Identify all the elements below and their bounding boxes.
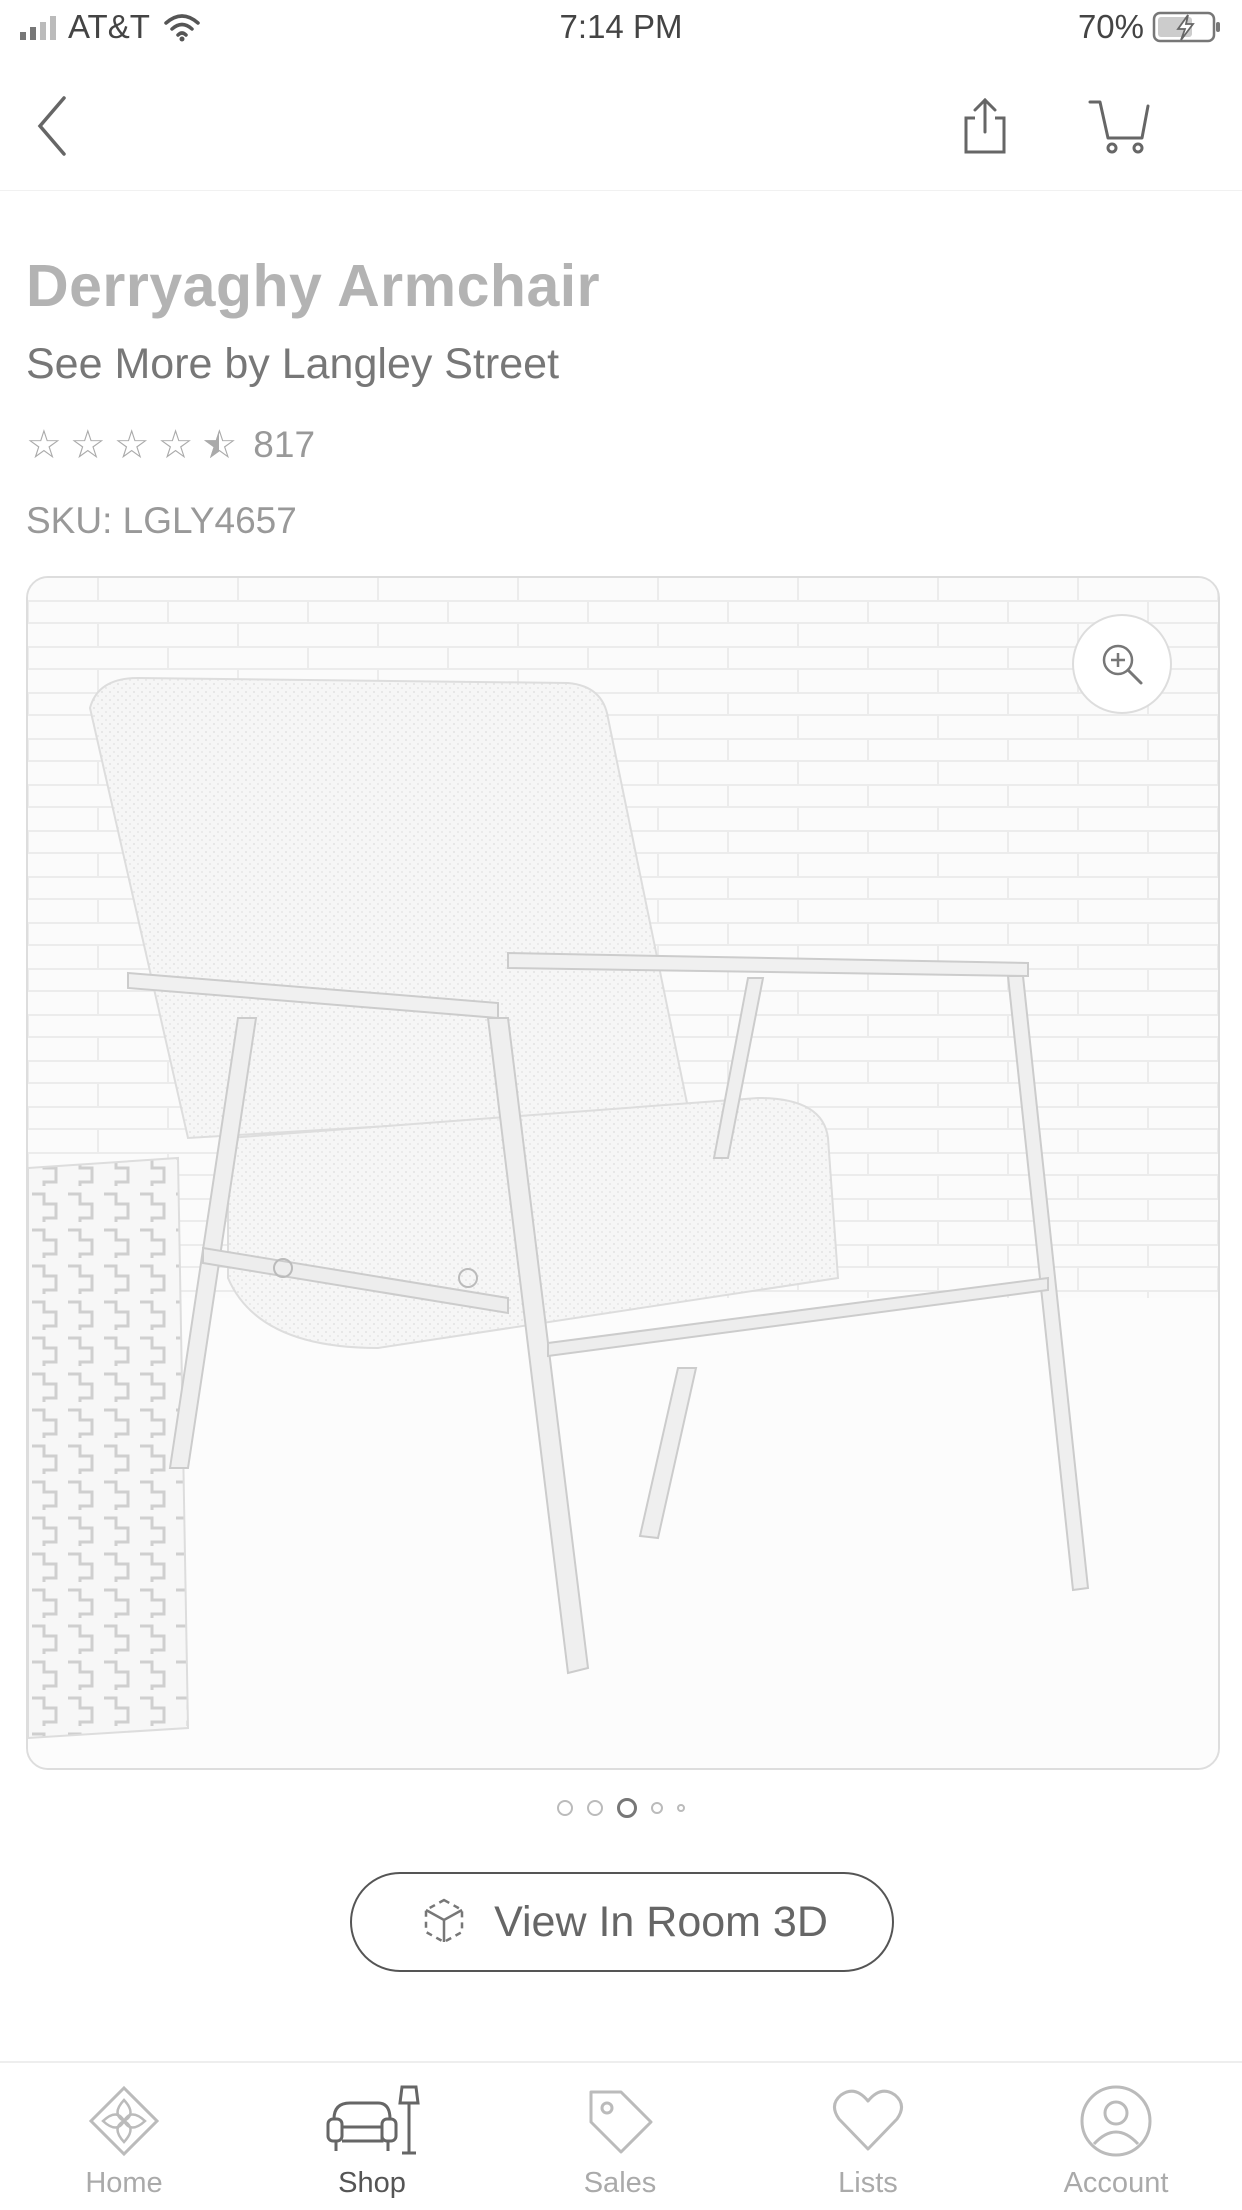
battery-percent: 70% — [1077, 8, 1144, 45]
brand-link[interactable]: See More by Langley Street — [26, 340, 559, 389]
view-in-room-3d-label: View In Room 3D — [494, 1897, 828, 1946]
star-icon: ☆ — [113, 423, 150, 467]
carousel-dot[interactable] — [587, 1800, 603, 1816]
cart-button[interactable] — [1085, 94, 1155, 158]
tab-shop-label: Shop — [338, 2167, 406, 2199]
tab-sales[interactable]: Sales — [496, 2063, 744, 2210]
chevron-left-icon — [37, 96, 66, 156]
tab-home-label: Home — [85, 2167, 163, 2199]
status-time: 7:14 PM — [559, 8, 683, 45]
carousel-dot[interactable] — [557, 1800, 573, 1816]
share-icon — [964, 97, 1006, 154]
tab-lists[interactable]: Lists — [744, 2063, 992, 2210]
carousel-dot-active[interactable] — [617, 1798, 637, 1818]
person-icon — [1080, 2085, 1152, 2157]
tag-icon — [589, 2090, 653, 2154]
tab-shop[interactable]: Shop — [248, 2063, 496, 2210]
heart-icon — [833, 2089, 903, 2151]
tab-sales-label: Sales — [583, 2167, 657, 2199]
tab-home[interactable]: Home — [0, 2063, 248, 2210]
carousel-dots[interactable] — [0, 1798, 1242, 1818]
tab-account-label: Account — [1063, 2167, 1169, 2199]
product-image[interactable] — [26, 576, 1220, 1770]
armchair-lamp-icon — [326, 2085, 420, 2155]
cart-icon — [1088, 100, 1150, 154]
rating-row[interactable]: ☆ ☆ ☆ ☆ ☆★ 817 — [26, 424, 315, 466]
product-title: Derryaghy Armchair — [26, 253, 601, 319]
star-icon: ☆ — [157, 423, 194, 467]
nav-bar — [0, 60, 1242, 191]
view-in-room-3d-button[interactable]: View In Room 3D — [350, 1872, 894, 1972]
home-icon — [88, 2085, 160, 2157]
star-icon: ☆ — [69, 423, 106, 467]
share-button[interactable] — [955, 92, 1015, 160]
zoom-button[interactable] — [1072, 614, 1172, 714]
tab-account[interactable]: Account — [992, 2063, 1240, 2210]
ar-cube-icon — [424, 1898, 464, 1944]
star-icon: ☆ — [26, 423, 62, 467]
half-star-icon: ☆★ — [201, 423, 238, 467]
tab-lists-label: Lists — [838, 2167, 898, 2199]
armchair-photo — [28, 578, 1218, 1768]
carousel-dot[interactable] — [651, 1802, 663, 1814]
battery-charging-icon — [1152, 11, 1220, 43]
review-count: 817 — [253, 424, 316, 465]
back-button[interactable] — [20, 90, 84, 162]
status-bar: AT&T 7:14 PM 70% — [0, 0, 1242, 60]
sku-label: SKU: LGLY4657 — [26, 500, 297, 541]
carousel-dot[interactable] — [677, 1804, 685, 1812]
zoom-in-icon — [1102, 644, 1143, 685]
tab-bar: Home Shop Sales Lists Account — [0, 2061, 1242, 2210]
